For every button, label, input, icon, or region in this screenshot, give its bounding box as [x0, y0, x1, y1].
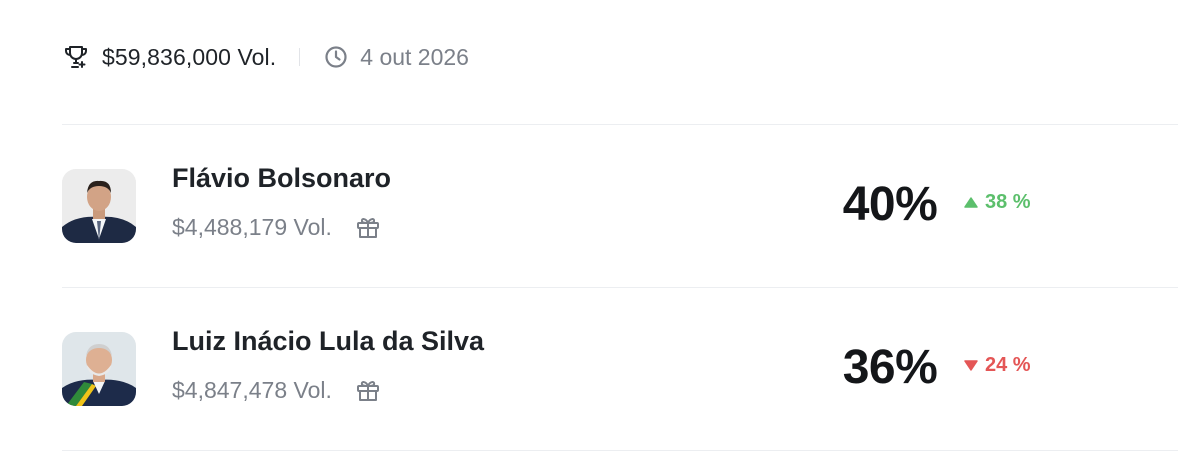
probability: 40% [842, 178, 938, 231]
change-indicator: 38 % [964, 191, 1031, 214]
candidate-meta: $4,847,478 Vol. [172, 376, 382, 404]
change-indicator: 24 % [964, 354, 1031, 377]
clock-icon [322, 43, 350, 71]
change-value: 38 % [985, 191, 1031, 213]
candidate-name: Flávio Bolsonaro [172, 163, 392, 193]
total-volume: $59,836,000 Vol. [102, 43, 277, 70]
row-divider [62, 450, 1178, 451]
gift-icon[interactable] [354, 213, 382, 241]
candidate-meta: $4,488,179 Vol. [172, 213, 382, 241]
candidate-avatar [62, 169, 136, 243]
end-date: 4 out 2026 [360, 43, 469, 70]
candidate-avatar [62, 332, 136, 406]
market-outcomes-panel: $59,836,000 Vol. 4 out 2026 Flávio Bolso… [0, 0, 1178, 462]
probability: 36% [842, 341, 938, 394]
candidate-volume: $4,847,478 Vol. [172, 376, 332, 403]
triangle-down-icon [964, 360, 978, 371]
candidate-volume: $4,488,179 Vol. [172, 213, 332, 240]
meta-divider [299, 48, 301, 66]
triangle-up-icon [964, 197, 978, 208]
outcome-row-flavio-bolsonaro[interactable]: Flávio Bolsonaro $4,488,179 Vol. 40% 38 … [62, 125, 1178, 287]
change-value: 24 % [985, 354, 1031, 376]
candidate-name: Luiz Inácio Lula da Silva [172, 326, 485, 356]
market-meta-bar: $59,836,000 Vol. 4 out 2026 [62, 36, 469, 78]
trophy-icon [62, 43, 90, 71]
outcome-row-lula[interactable]: Luiz Inácio Lula da Silva $4,847,478 Vol… [62, 288, 1178, 450]
gift-icon[interactable] [354, 376, 382, 404]
